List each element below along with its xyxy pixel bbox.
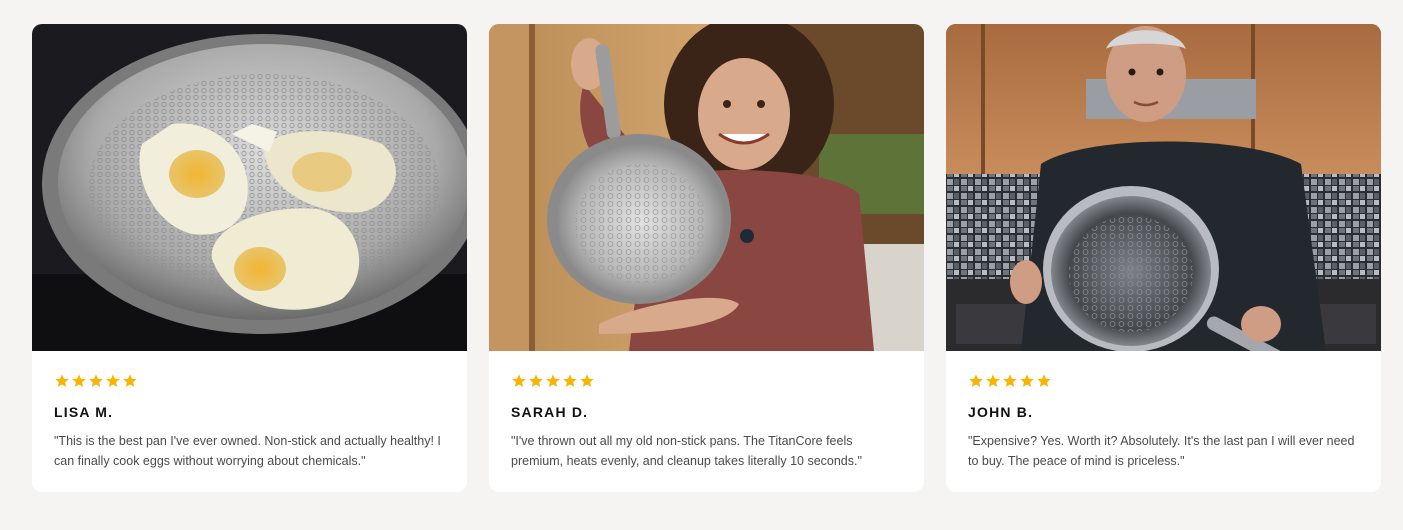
- star-rating: [54, 373, 445, 389]
- reviewer-name: SARAH D.: [511, 404, 589, 420]
- man-holding-pan-photo: [946, 24, 1381, 351]
- woman-holding-pan-photo: [489, 24, 924, 351]
- star-icon: [55, 374, 69, 387]
- star-icon: [1037, 374, 1051, 387]
- star-icon: [89, 374, 103, 387]
- star-icon: [512, 374, 526, 387]
- review-photo: [946, 24, 1381, 351]
- star-icon: [986, 374, 1000, 387]
- star-icon: [969, 374, 983, 387]
- star-rating: [511, 373, 902, 389]
- star-icon: [1020, 374, 1034, 387]
- star-icon: [529, 374, 543, 387]
- review-photo: [489, 24, 924, 351]
- review-text: "This is the best pan I've ever owned. N…: [54, 434, 441, 468]
- star-rating: [968, 373, 1359, 389]
- star-icon: [106, 374, 120, 387]
- fried-eggs-in-pan-photo: [32, 24, 467, 351]
- star-icon: [123, 374, 137, 387]
- review-card: LISA M. "This is the best pan I've ever …: [32, 24, 467, 492]
- star-icon: [546, 374, 560, 387]
- star-icon: [580, 374, 594, 387]
- review-text: "I've thrown out all my old non-stick pa…: [511, 434, 862, 468]
- star-icon: [563, 374, 577, 387]
- review-text: "Expensive? Yes. Worth it? Absolutely. I…: [968, 434, 1355, 468]
- testimonials-grid: LISA M. "This is the best pan I've ever …: [32, 24, 1381, 492]
- reviewer-name: LISA M.: [54, 404, 114, 420]
- review-photo: [32, 24, 467, 351]
- star-icon: [1003, 374, 1017, 387]
- review-card: SARAH D. "I've thrown out all my old non…: [489, 24, 924, 492]
- star-icon: [72, 374, 86, 387]
- review-card: JOHN B. "Expensive? Yes. Worth it? Absol…: [946, 24, 1381, 492]
- reviewer-name: JOHN B.: [968, 404, 1034, 420]
